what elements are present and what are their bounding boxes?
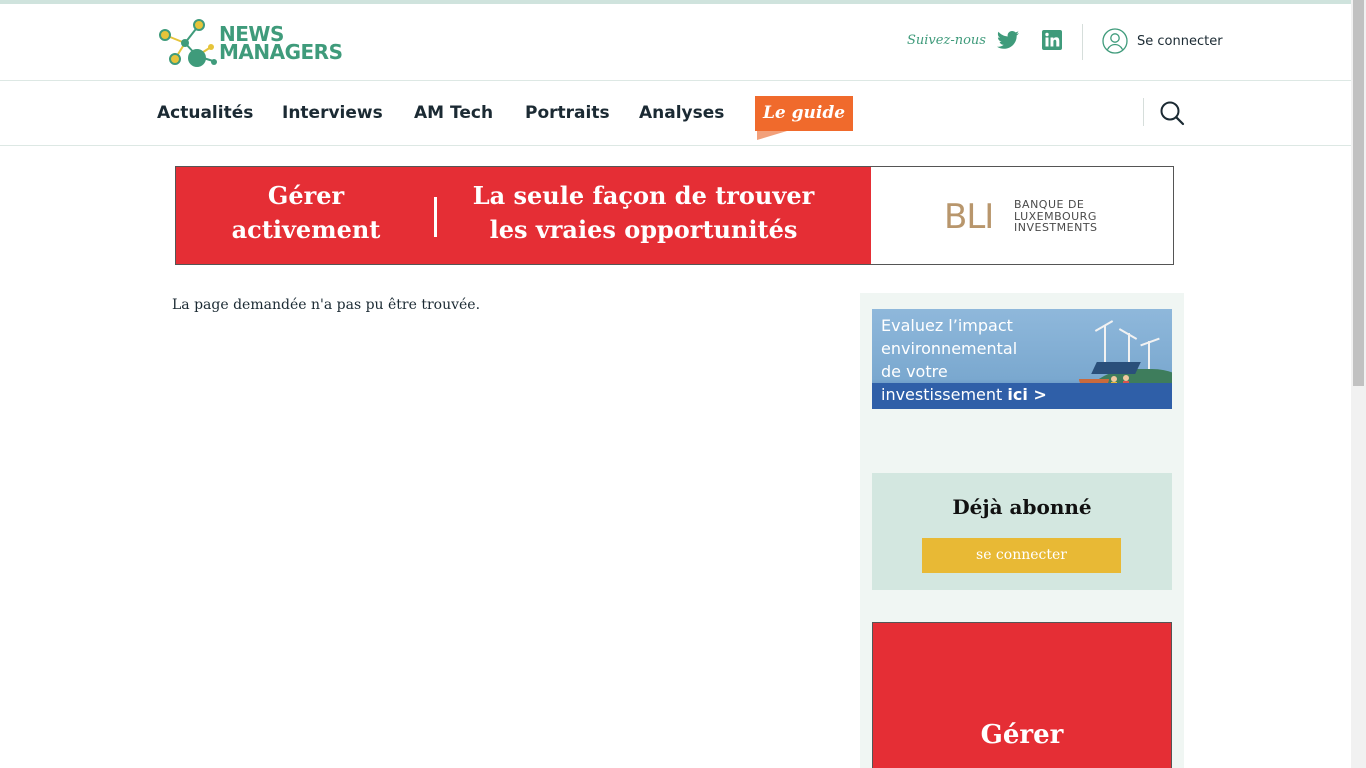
subscriber-login-button[interactable]: se connecter bbox=[922, 538, 1121, 573]
bli-name-line3: INVESTMENTS bbox=[1014, 221, 1098, 234]
banner-ad[interactable]: Gérer activement La seule façon de trouv… bbox=[175, 166, 1174, 265]
follow-label: Suivez-nous bbox=[907, 33, 986, 48]
header-divider bbox=[1082, 24, 1083, 60]
logo-line2: MANAGERS bbox=[219, 40, 343, 64]
env-ad-line4: investissement bbox=[881, 385, 1003, 404]
env-ad-line4-wrap: investissement ici > bbox=[881, 383, 1061, 406]
main-nav: Actualités Interviews AM Tech Portraits … bbox=[0, 81, 1351, 146]
subscriber-title: Déjà abonné bbox=[952, 495, 1092, 519]
nav-item-le-guide[interactable]: Le guide bbox=[755, 96, 853, 131]
env-ad-cta[interactable]: ici > bbox=[1007, 385, 1046, 404]
env-ad-line1: Evaluez l’impact bbox=[881, 316, 1013, 335]
vertical-scrollbar[interactable] bbox=[1351, 0, 1366, 768]
banner-ad-right-text: La seule façon de trouver les vraies opp… bbox=[466, 179, 821, 247]
twitter-icon[interactable] bbox=[996, 28, 1020, 52]
nav-item-analyses[interactable]: Analyses bbox=[639, 103, 724, 123]
bli-logo-name: BANQUE DE LUXEMBOURG INVESTMENTS bbox=[1014, 199, 1098, 234]
user-icon[interactable] bbox=[1102, 28, 1128, 54]
guide-tab-tail bbox=[757, 131, 787, 140]
nav-item-interviews[interactable]: Interviews bbox=[282, 103, 383, 123]
page: NEWS MANAGERS Suivez-nous Se connecter A… bbox=[0, 0, 1351, 768]
linkedin-icon[interactable] bbox=[1040, 28, 1064, 52]
banner-ad-left-line2: activement bbox=[231, 215, 381, 244]
banner-ad-left-line1: Gérer bbox=[267, 181, 345, 210]
env-ad-text: Evaluez l’impact environnemental de votr… bbox=[881, 314, 1061, 406]
banner-ad-right-line2: les vraies opportunités bbox=[489, 215, 798, 244]
site-logo[interactable]: NEWS MANAGERS bbox=[157, 17, 377, 69]
banner-ad-red-panel: Gérer activement La seule façon de trouv… bbox=[176, 167, 871, 264]
env-ad-line2: environnemental bbox=[881, 339, 1018, 358]
env-ad-line3: de votre bbox=[881, 362, 948, 381]
sidebar: Evaluez l’impact environnemental de votr… bbox=[860, 293, 1184, 768]
logo-network-icon bbox=[159, 19, 217, 67]
environmental-impact-ad[interactable]: Evaluez l’impact environnemental de votr… bbox=[872, 309, 1172, 409]
banner-ad-left-text: Gérer activement bbox=[216, 179, 396, 247]
nav-divider bbox=[1143, 98, 1144, 126]
nav-item-portraits[interactable]: Portraits bbox=[525, 103, 610, 123]
bli-name-line1: BANQUE DE bbox=[1014, 198, 1085, 211]
nav-item-actualites[interactable]: Actualités bbox=[157, 103, 253, 123]
banner-ad-right-line1: La seule façon de trouver bbox=[472, 181, 815, 210]
sidebar-ad-text: Gérer bbox=[980, 720, 1064, 750]
turbine-blade bbox=[1140, 337, 1160, 347]
subscriber-box: Déjà abonné se connecter bbox=[872, 473, 1172, 590]
not-found-message: La page demandée n'a pas pu être trouvée… bbox=[172, 297, 481, 313]
logo-wordmark: NEWS MANAGERS bbox=[219, 24, 343, 64]
site-header: NEWS MANAGERS Suivez-nous Se connecter bbox=[0, 4, 1351, 81]
bli-logo-mark: BLI bbox=[944, 197, 994, 237]
banner-ad-separator bbox=[434, 197, 437, 237]
nav-item-am-tech[interactable]: AM Tech bbox=[414, 103, 493, 123]
scrollbar-thumb[interactable] bbox=[1353, 0, 1364, 386]
login-link[interactable]: Se connecter bbox=[1137, 34, 1223, 49]
sidebar-ad[interactable]: Gérer bbox=[872, 622, 1172, 768]
search-icon[interactable] bbox=[1159, 100, 1185, 126]
